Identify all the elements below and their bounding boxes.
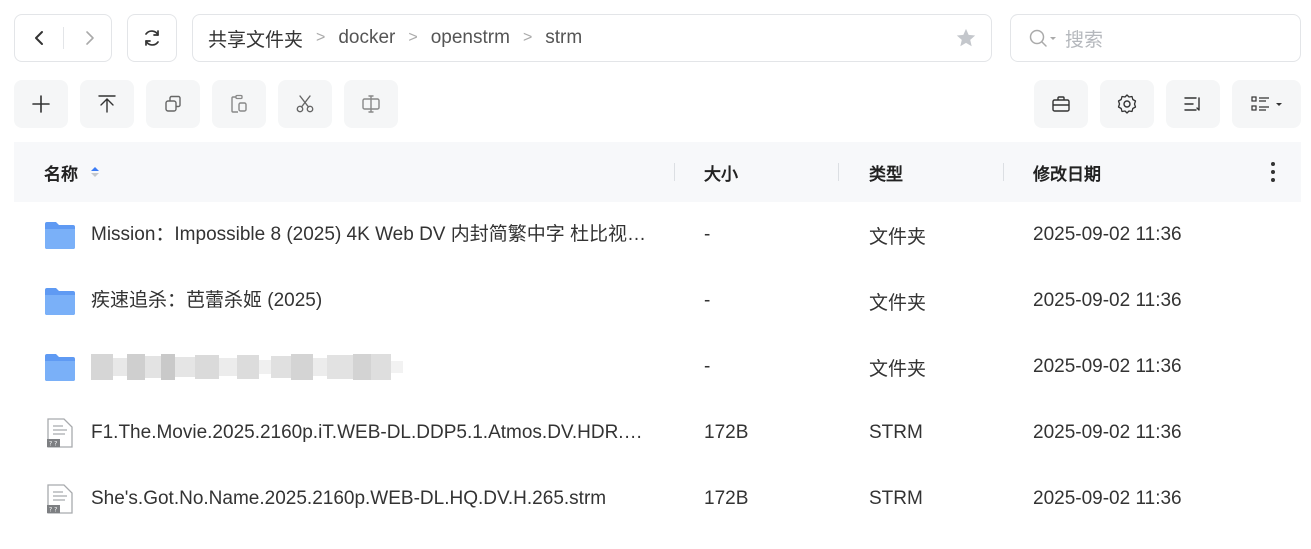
view-list-icon <box>1250 96 1282 111</box>
sort-icon <box>1184 97 1200 111</box>
file-type: 文件夹 <box>869 226 927 248</box>
file-name: F1.The.Movie.2025.2160p.iT.WEB-DL.DDP5.1… <box>91 422 651 443</box>
file-date: 2025-09-02 11:36 <box>1033 290 1182 311</box>
table-row[interactable]: ? ? She's.Got.No.Name.2025.2160p.WEB-DL.… <box>14 466 1301 532</box>
table-row[interactable]: 疾速追杀：芭蕾杀姬 (2025) - 文件夹 2025-09-02 11:36 <box>14 268 1301 334</box>
breadcrumb: 共享文件夹 > docker > openstrm > strm <box>192 14 992 62</box>
refresh-icon <box>145 30 159 46</box>
rename-icon <box>362 95 380 113</box>
cut-button[interactable] <box>278 80 332 128</box>
plus-icon <box>32 95 50 113</box>
column-header-size[interactable]: 大小 <box>704 142 738 202</box>
view-mode-dropdown[interactable] <box>1232 80 1301 128</box>
column-header-type[interactable]: 类型 <box>869 142 903 202</box>
document-icon: ? ? <box>47 484 73 514</box>
file-size: 172B <box>704 422 749 443</box>
document-icon: ? ? <box>47 418 73 448</box>
column-header-name[interactable]: 名称 <box>44 142 102 202</box>
breadcrumb-item-docker[interactable]: docker <box>338 27 395 49</box>
chevron-left-icon <box>34 31 43 45</box>
file-date: 2025-09-02 11:36 <box>1033 224 1182 245</box>
blurred-file-name <box>91 334 403 400</box>
column-header-name-label: 名称 <box>44 164 78 184</box>
file-size: - <box>704 290 711 311</box>
file-date: 2025-09-02 11:36 <box>1033 356 1182 377</box>
folder-icon <box>45 222 75 249</box>
table-row[interactable]: - 文件夹 2025-09-02 11:36 <box>14 334 1301 400</box>
search-box[interactable]: 搜索 <box>1010 14 1301 62</box>
breadcrumb-item-strm[interactable]: strm <box>545 27 582 49</box>
table-row[interactable]: ? ? F1.The.Movie.2025.2160p.iT.WEB-DL.DD… <box>14 400 1301 466</box>
table-header: 名称 大小 类型 修改日期 <box>14 142 1301 202</box>
file-size: - <box>704 356 711 377</box>
breadcrumb-separator-icon: > <box>316 29 326 46</box>
file-date: 2025-09-02 11:36 <box>1033 422 1182 443</box>
settings-button[interactable] <box>1100 80 1154 128</box>
breadcrumb-item-openstrm[interactable]: openstrm <box>431 27 510 49</box>
upload-button[interactable] <box>80 80 134 128</box>
gear-icon <box>1117 94 1137 114</box>
copy-icon <box>165 95 181 112</box>
breadcrumb-separator-icon: > <box>522 29 533 46</box>
copy-button[interactable] <box>146 80 200 128</box>
sort-button[interactable] <box>1166 80 1220 128</box>
file-type: STRM <box>869 488 923 509</box>
svg-text:? ?: ? ? <box>49 507 57 514</box>
redacted-text <box>91 334 403 400</box>
new-button[interactable] <box>14 80 68 128</box>
chevron-right-icon <box>85 31 94 45</box>
forward-button[interactable] <box>64 15 113 61</box>
favorite-star-icon[interactable] <box>955 27 977 55</box>
file-type: 文件夹 <box>869 292 927 314</box>
breadcrumb-separator-icon: > <box>408 29 418 46</box>
column-divider <box>674 163 675 181</box>
nav-group <box>14 14 112 62</box>
search-icon <box>1029 29 1056 47</box>
column-divider <box>1003 163 1004 181</box>
folder-icon <box>45 354 75 381</box>
folder-icon <box>45 288 75 315</box>
upload-icon <box>98 95 116 113</box>
scissors-icon <box>296 95 314 113</box>
paste-icon <box>231 94 247 113</box>
briefcase-button[interactable] <box>1034 80 1088 128</box>
search-input[interactable]: 搜索 <box>1065 25 1103 52</box>
file-type: STRM <box>869 422 923 443</box>
file-type: 文件夹 <box>869 358 927 380</box>
paste-button[interactable] <box>212 80 266 128</box>
file-date: 2025-09-02 11:36 <box>1033 488 1182 509</box>
column-header-date[interactable]: 修改日期 <box>1033 142 1101 202</box>
more-options-icon[interactable] <box>1270 142 1276 202</box>
file-name: 疾速追杀：芭蕾杀姬 (2025) <box>91 290 323 311</box>
rename-button[interactable] <box>344 80 398 128</box>
file-size: - <box>704 224 711 245</box>
file-name: Mission：Impossible 8 (2025) 4K Web DV 内封… <box>91 224 651 245</box>
sort-arrows-icon <box>91 167 99 177</box>
file-name: She's.Got.No.Name.2025.2160p.WEB-DL.HQ.D… <box>91 488 607 509</box>
breadcrumb-item-shared[interactable]: 共享文件夹 <box>208 25 303 52</box>
file-size: 172B <box>704 488 749 509</box>
back-button[interactable] <box>15 15 64 61</box>
column-divider <box>838 163 839 181</box>
briefcase-icon <box>1052 96 1070 112</box>
refresh-button[interactable] <box>127 14 177 62</box>
svg-text:? ?: ? ? <box>49 441 57 448</box>
table-row[interactable]: Mission：Impossible 8 (2025) 4K Web DV 内封… <box>14 202 1301 268</box>
